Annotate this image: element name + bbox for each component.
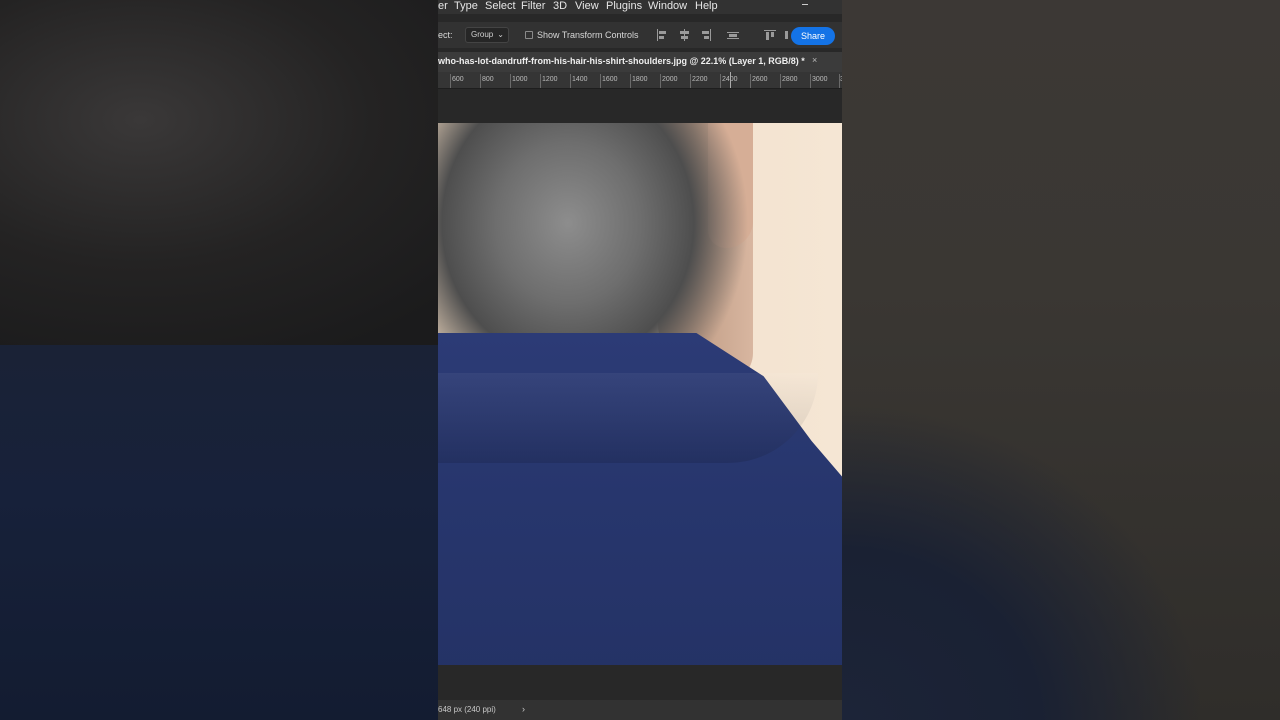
blurred-background-right xyxy=(842,0,1280,720)
ruler-label: 3 xyxy=(840,76,842,83)
ruler-label: 2200 xyxy=(692,76,708,83)
share-button[interactable]: Share xyxy=(791,27,835,45)
blurred-shirt-left xyxy=(0,345,438,720)
ruler-label: 800 xyxy=(482,76,494,83)
menu-bar: er Type Select Filter 3D View Plugins Wi… xyxy=(438,0,842,14)
ruler-label: 1400 xyxy=(572,76,588,83)
ruler-label: 1200 xyxy=(542,76,558,83)
menu-3d[interactable]: 3D xyxy=(553,0,567,13)
document-tab-bar: who-has-lot-dandruff-from-his-hair-his-s… xyxy=(438,52,842,72)
blurred-shirt-right xyxy=(842,395,1280,720)
status-bar: 648 px (240 ppi) › xyxy=(438,700,842,720)
options-bar: ect: Group ⌄ Show Transform Controls Sha… xyxy=(438,22,842,48)
document-size-status: 648 px (240 ppi) xyxy=(438,705,496,714)
ruler-label: 1800 xyxy=(632,76,648,83)
menu-help[interactable]: Help xyxy=(695,0,718,13)
show-transform-controls-label: Show Transform Controls xyxy=(537,30,639,40)
menu-layer[interactable]: er xyxy=(438,0,448,13)
ruler-label: 2600 xyxy=(752,76,768,83)
minimize-icon[interactable] xyxy=(800,0,810,5)
menu-filter[interactable]: Filter xyxy=(521,0,545,13)
menu-view[interactable]: View xyxy=(575,0,599,13)
align-left-icon[interactable] xyxy=(656,29,668,41)
chevron-down-icon: ⌄ xyxy=(497,30,504,39)
ruler-label: 1600 xyxy=(602,76,618,83)
auto-select-dropdown[interactable]: Group ⌄ xyxy=(465,27,509,43)
image-collar xyxy=(438,373,818,463)
chevron-right-icon[interactable]: › xyxy=(522,704,525,714)
align-middle-icon[interactable] xyxy=(784,29,789,41)
menu-plugins[interactable]: Plugins xyxy=(606,0,642,13)
show-transform-controls-checkbox[interactable] xyxy=(525,31,533,39)
close-icon[interactable]: × xyxy=(812,55,817,65)
align-right-icon[interactable] xyxy=(700,29,712,41)
ruler-label: 1000 xyxy=(512,76,528,83)
align-center-icon[interactable] xyxy=(678,29,690,41)
document-image[interactable] xyxy=(438,123,842,665)
ruler-label: 3000 xyxy=(812,76,828,83)
align-top-icon[interactable] xyxy=(764,29,776,41)
menu-type[interactable]: Type xyxy=(454,0,478,13)
blurred-background-left xyxy=(0,0,438,720)
auto-select-value: Group xyxy=(471,30,494,39)
ruler-label: 600 xyxy=(452,76,464,83)
document-tab-title[interactable]: who-has-lot-dandruff-from-his-hair-his-s… xyxy=(438,56,805,66)
photoshop-window: er Type Select Filter 3D View Plugins Wi… xyxy=(438,0,842,720)
menu-select[interactable]: Select xyxy=(485,0,516,13)
distribute-icon[interactable] xyxy=(727,29,739,41)
ruler-label: 2000 xyxy=(662,76,678,83)
auto-select-label: ect: xyxy=(438,30,453,40)
menu-window[interactable]: Window xyxy=(648,0,687,13)
ruler-cursor-marker xyxy=(730,72,731,88)
ruler-label: 2800 xyxy=(782,76,798,83)
horizontal-ruler[interactable]: 600 800 1000 1200 1400 1600 1800 2000 22… xyxy=(438,72,842,89)
